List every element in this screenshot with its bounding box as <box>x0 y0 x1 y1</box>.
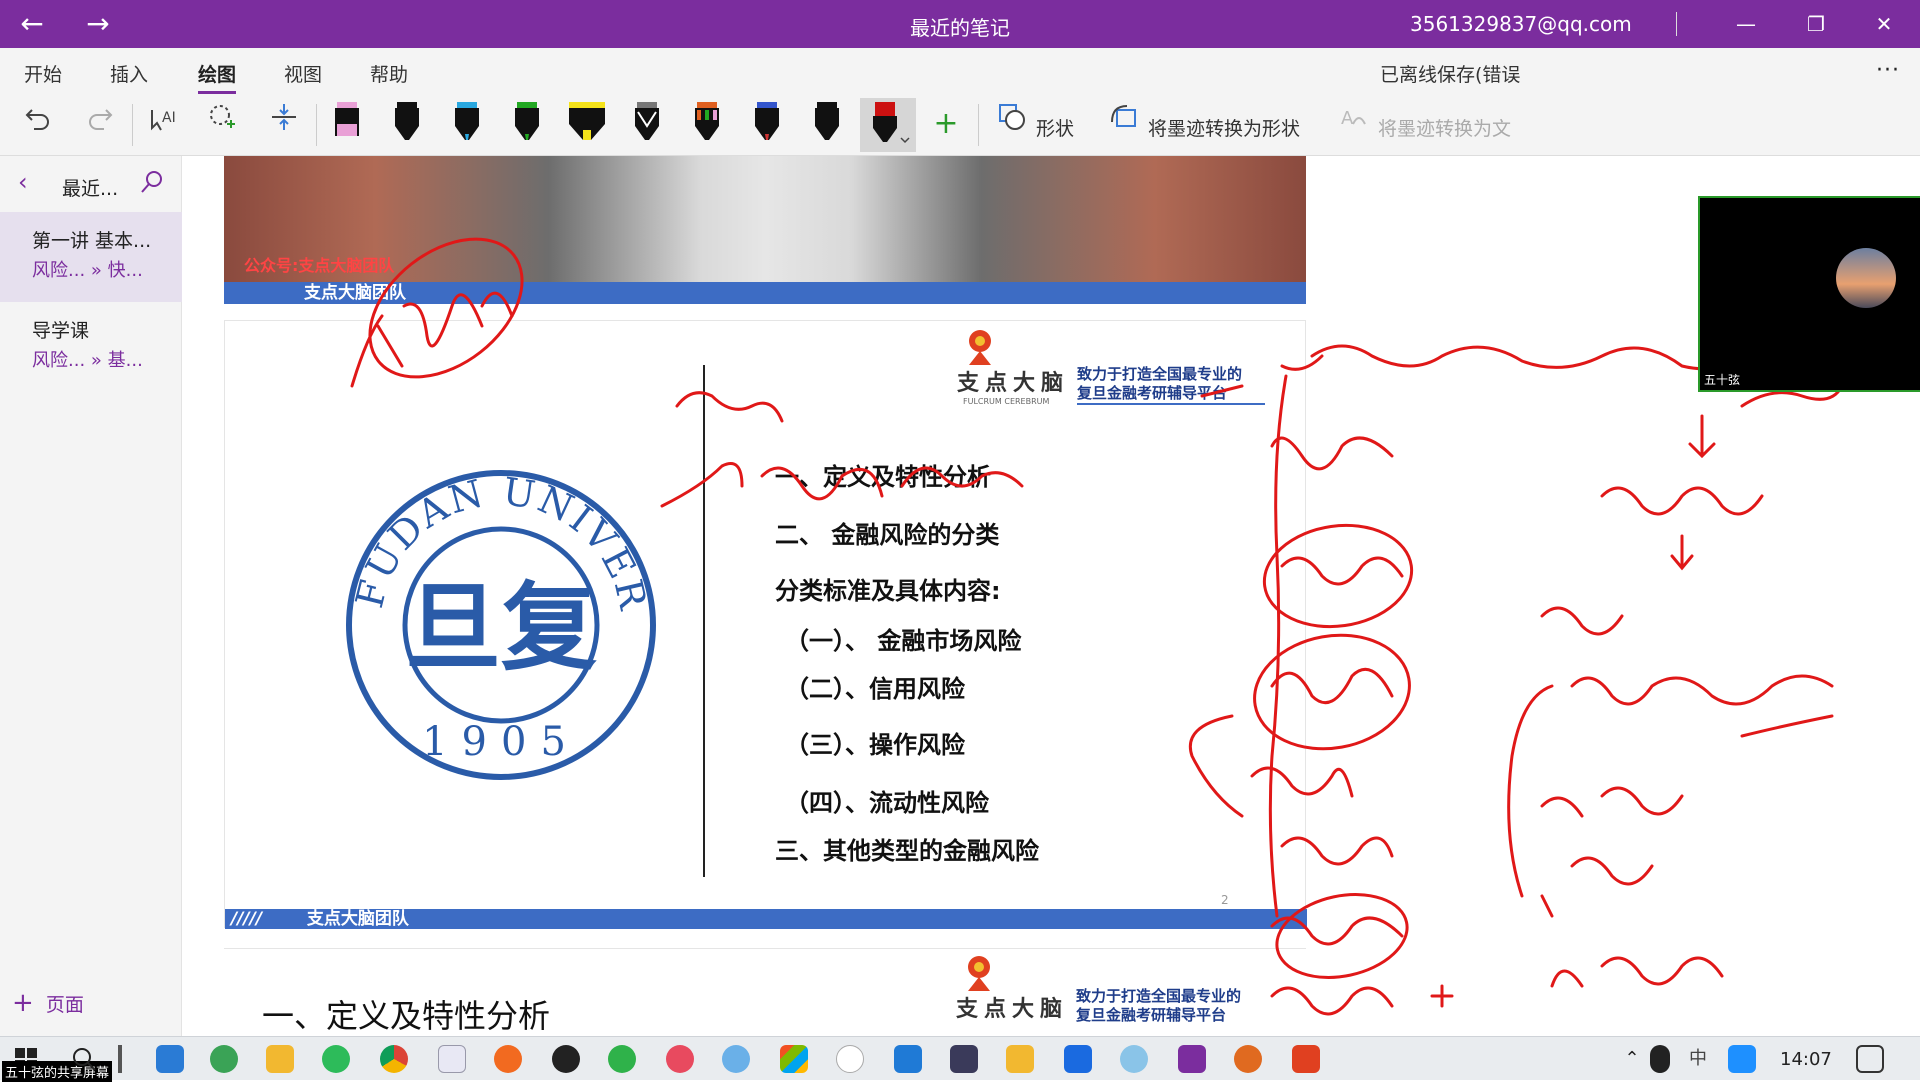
undo-icon[interactable] <box>16 102 60 146</box>
pen-tool-8[interactable] <box>804 98 850 152</box>
sidebar-header-title: 最近... <box>62 178 119 200</box>
close-button[interactable]: ✕ <box>1864 8 1904 40</box>
edge-legacy-icon[interactable] <box>1120 1045 1148 1073</box>
wechat-icon[interactable] <box>322 1045 350 1073</box>
onenote-icon[interactable] <box>1178 1045 1206 1073</box>
pen-tool-3[interactable] <box>444 98 490 152</box>
green-app-icon[interactable] <box>608 1045 636 1073</box>
tab-insert[interactable]: 插入 <box>110 60 148 87</box>
type-select-icon[interactable]: AI <box>142 102 186 146</box>
music-app-icon[interactable] <box>666 1045 694 1073</box>
search-icon[interactable] <box>70 1045 98 1073</box>
edge-icon[interactable] <box>210 1045 238 1073</box>
handwritten-ink-annotations[interactable] <box>182 156 1920 1036</box>
page-list-sidebar: ‹ 最近... 第一讲 基本... 风险... » 快... 导学课 风险...… <box>0 156 182 1036</box>
svg-text:AI: AI <box>162 110 176 126</box>
window-title: 最近的笔记 <box>910 16 1010 40</box>
page-breadcrumb: 风险... » 基... <box>32 350 143 371</box>
ime-indicator[interactable]: 中 <box>1684 1045 1712 1073</box>
avatar <box>1836 248 1896 308</box>
tab-view[interactable]: 视图 <box>284 60 322 87</box>
ribbon-tabs: 开始 插入 绘图 视图 帮助 已离线保存(错误 ··· <box>0 48 1920 95</box>
pen-tool-2[interactable] <box>384 98 430 152</box>
titlebar-divider <box>1676 12 1677 36</box>
search-icon[interactable] <box>138 168 166 200</box>
microphone-icon[interactable] <box>1650 1045 1670 1073</box>
pen-tool-1[interactable] <box>324 98 370 152</box>
task-view-icon[interactable] <box>118 1045 122 1073</box>
minimize-button[interactable]: — <box>1726 8 1766 40</box>
meeting-app-icon[interactable] <box>1064 1045 1092 1073</box>
ink-to-shape-label[interactable]: 将墨迹转换为形状 <box>1148 114 1300 141</box>
notes-app-icon[interactable] <box>438 1045 466 1073</box>
account-email[interactable]: 3561329837@qq.com <box>1410 12 1632 36</box>
tab-help[interactable]: 帮助 <box>370 60 408 87</box>
shapes-icon[interactable] <box>990 102 1034 146</box>
chrome-icon[interactable] <box>380 1045 408 1073</box>
restore-button[interactable]: ❐ <box>1796 8 1836 40</box>
tab-draw[interactable]: 绘图 <box>198 60 237 95</box>
yellow-app-icon[interactable] <box>1006 1045 1034 1073</box>
dice-app-icon[interactable] <box>836 1045 864 1073</box>
participant-name: 五十弦 <box>1704 373 1741 387</box>
video-call-overlay[interactable]: 五十弦 <box>1698 196 1920 392</box>
ink-to-shape-icon[interactable] <box>1102 102 1146 146</box>
chevron-left-icon[interactable]: ‹ <box>18 168 28 196</box>
pen-tool-7[interactable] <box>744 98 790 152</box>
pen-tool-6[interactable] <box>684 98 730 152</box>
page-title: 导学课 <box>32 320 90 342</box>
save-status: 已离线保存(错误 <box>1380 64 1521 86</box>
chevron-up-icon[interactable]: ⌃ <box>1618 1045 1646 1073</box>
toolbar-divider-3 <box>978 104 979 146</box>
highlighter-tool[interactable] <box>564 98 610 152</box>
file-explorer-icon[interactable] <box>266 1045 294 1073</box>
toolbar-divider <box>132 104 133 146</box>
sidebar-item-lecture-1[interactable]: 第一讲 基本... 风险... » 快... <box>0 212 182 302</box>
windows-taskbar: 五十弦的共享屏幕 ⌃ 中 14:07 <box>0 1036 1920 1082</box>
orange-app-icon[interactable] <box>494 1045 522 1073</box>
ink-to-text-label[interactable]: 将墨迹转换为文 <box>1378 114 1511 141</box>
shapes-label[interactable]: 形状 <box>1036 114 1074 141</box>
network-app-icon[interactable] <box>722 1045 750 1073</box>
add-page-button[interactable]: + 页面 <box>12 988 84 1018</box>
clock[interactable]: 14:07 <box>1780 1049 1832 1070</box>
pen-tool-4[interactable] <box>504 98 550 152</box>
plus-icon: + <box>12 988 34 1018</box>
store-icon[interactable] <box>780 1045 808 1073</box>
wps-icon[interactable] <box>1292 1045 1320 1073</box>
page-title: 第一讲 基本... <box>32 230 152 252</box>
redo-icon[interactable] <box>78 102 122 146</box>
add-space-icon[interactable] <box>262 102 306 146</box>
toolbar-divider-2 <box>316 104 317 146</box>
add-page-label: 页面 <box>45 993 84 1016</box>
svg-text:A: A <box>1341 108 1354 129</box>
cat-app-icon[interactable] <box>950 1045 978 1073</box>
pc-icon[interactable] <box>156 1045 184 1073</box>
draw-toolbar: AI + 形状 将墨迹转换为形状 A 将墨迹转换为文 <box>0 94 1920 156</box>
tray-app-icon[interactable] <box>1728 1045 1756 1073</box>
notification-icon[interactable] <box>1856 1045 1884 1073</box>
orange-circle-app-icon[interactable] <box>1234 1045 1262 1073</box>
tab-home[interactable]: 开始 <box>24 60 62 87</box>
more-options-button[interactable]: ··· <box>1876 58 1900 83</box>
vscode-icon[interactable] <box>894 1045 922 1073</box>
pen-tool-red-selected[interactable] <box>860 98 916 152</box>
sidebar-item-intro[interactable]: 导学课 风险... » 基... <box>0 302 182 392</box>
add-pen-icon[interactable]: + <box>924 102 968 146</box>
qq-icon[interactable] <box>552 1045 580 1073</box>
ink-to-text-icon[interactable]: A <box>1330 102 1374 146</box>
note-canvas[interactable]: 公众号:支点大脑团队 支点大脑团队 FUDAN UNIVERSITY 1905 … <box>182 156 1920 1036</box>
pen-tool-5[interactable] <box>624 98 670 152</box>
sidebar-header: ‹ 最近... <box>0 156 182 212</box>
title-bar: ← → 最近的笔记 3561329837@qq.com — ❐ ✕ <box>0 0 1920 48</box>
lasso-select-icon[interactable] <box>200 102 244 146</box>
page-breadcrumb: 风险... » 快... <box>32 260 143 281</box>
